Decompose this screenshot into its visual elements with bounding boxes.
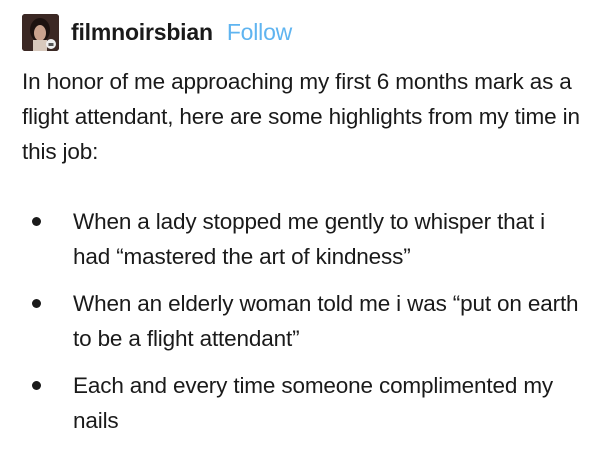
username[interactable]: filmnoirsbian — [71, 19, 213, 46]
bullet-icon — [32, 381, 41, 390]
bullet-icon — [32, 299, 41, 308]
list-item: When a lady stopped me gently to whisper… — [0, 204, 583, 274]
list-item: When an elderly woman told me i was “put… — [0, 286, 583, 356]
follow-button[interactable]: Follow — [227, 19, 292, 46]
tumblr-post: filmnoirsbian Follow In honor of me appr… — [0, 0, 600, 443]
post-intro-text: In honor of me approaching my first 6 mo… — [22, 69, 580, 164]
list-item-text: Each and every time someone complimented… — [73, 373, 554, 433]
highlights-list: When a lady stopped me gently to whisper… — [0, 204, 600, 450]
user-avatar-icon[interactable] — [22, 13, 59, 51]
post-header: filmnoirsbian Follow — [22, 13, 292, 51]
list-item-text: When a lady stopped me gently to whisper… — [73, 209, 545, 269]
list-item: Each and every time someone complimented… — [0, 368, 583, 438]
list-item-text: When an elderly woman told me i was “put… — [73, 291, 579, 351]
bullet-icon — [32, 217, 41, 226]
